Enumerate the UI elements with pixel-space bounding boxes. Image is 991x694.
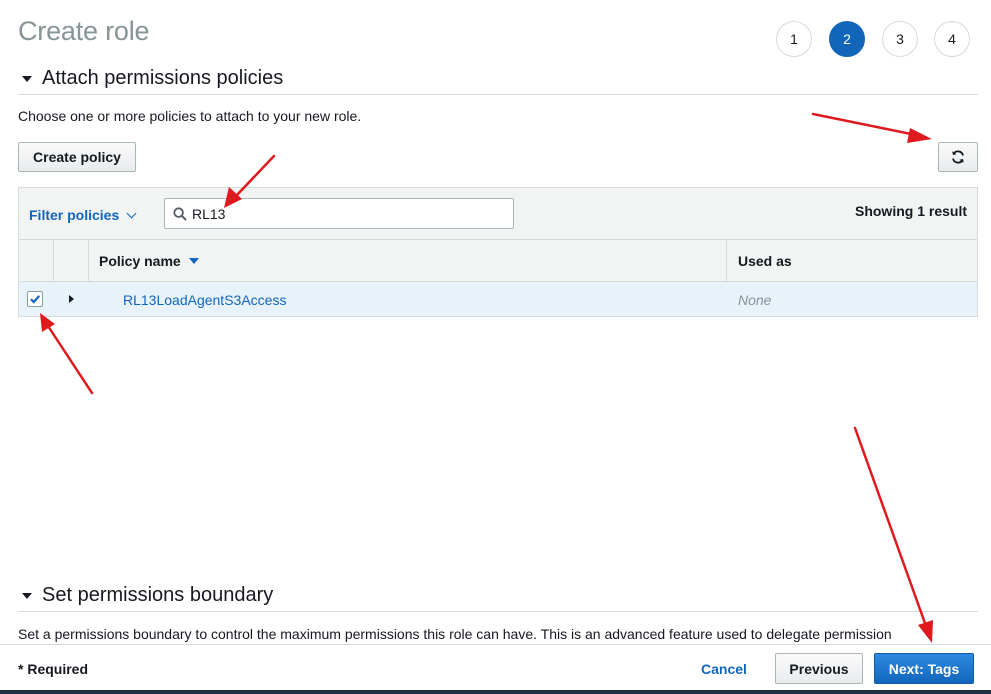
step-3[interactable]: 3 bbox=[882, 21, 918, 57]
search-icon bbox=[173, 206, 187, 221]
filter-bar: Filter policies RL13 Showing 1 result bbox=[19, 188, 977, 240]
wizard-steps: 1 2 3 4 bbox=[776, 21, 970, 57]
header-select-cell bbox=[19, 240, 54, 281]
chevron-down-icon bbox=[126, 208, 137, 219]
next-tags-button[interactable]: Next: Tags bbox=[874, 653, 974, 684]
section-description: Choose one or more policies to attach to… bbox=[18, 108, 362, 124]
used-as-value: None bbox=[738, 292, 772, 308]
header-expand-cell bbox=[54, 240, 89, 281]
policy-name-link[interactable]: RL13LoadAgentS3Access bbox=[123, 292, 286, 308]
create-policy-button[interactable]: Create policy bbox=[18, 142, 136, 172]
sort-descending-icon bbox=[188, 257, 199, 264]
column-label: Policy name bbox=[99, 252, 181, 269]
wizard-footer: * Required Cancel Previous Next: Tags bbox=[0, 644, 991, 690]
expand-row-icon[interactable] bbox=[69, 295, 74, 303]
checkmark-icon bbox=[30, 295, 41, 304]
column-used-as[interactable]: Used as bbox=[727, 240, 977, 281]
refresh-icon bbox=[952, 150, 964, 164]
row-checkbox[interactable] bbox=[27, 291, 43, 307]
step-2-current[interactable]: 2 bbox=[829, 21, 865, 57]
divider bbox=[18, 611, 978, 612]
caret-down-icon bbox=[22, 592, 32, 599]
boundary-section-toggle[interactable]: Set permissions boundary bbox=[18, 584, 273, 607]
refresh-button[interactable] bbox=[938, 142, 978, 172]
search-value: RL13 bbox=[192, 205, 226, 222]
filter-policies-label: Filter policies bbox=[29, 207, 120, 223]
step-1[interactable]: 1 bbox=[776, 21, 812, 57]
previous-button[interactable]: Previous bbox=[775, 653, 863, 684]
section-heading: Set permissions boundary bbox=[42, 584, 274, 606]
caret-down-icon bbox=[22, 75, 32, 82]
search-input[interactable]: RL13 bbox=[164, 198, 514, 229]
cancel-link[interactable]: Cancel bbox=[701, 661, 747, 677]
table-header: Policy name Used as bbox=[19, 240, 977, 282]
page-title: Create role bbox=[18, 16, 150, 46]
policies-table: Filter policies RL13 Showing 1 result Po… bbox=[18, 187, 978, 317]
required-note: * Required bbox=[18, 661, 89, 677]
column-policy-name[interactable]: Policy name bbox=[89, 240, 727, 281]
step-4[interactable]: 4 bbox=[934, 21, 970, 57]
annotation-arrow-checkbox bbox=[40, 313, 94, 395]
annotation-arrow-refresh bbox=[811, 112, 932, 143]
column-label: Used as bbox=[738, 252, 792, 269]
result-count: Showing 1 result bbox=[854, 203, 967, 219]
attach-policies-section-toggle[interactable]: Attach permissions policies bbox=[18, 67, 283, 90]
section-heading: Attach permissions policies bbox=[42, 67, 284, 89]
boundary-description: Set a permissions boundary to control th… bbox=[18, 626, 892, 642]
window-bottom-edge bbox=[0, 690, 991, 694]
table-row: RL13LoadAgentS3Access None bbox=[19, 282, 977, 316]
filter-policies-dropdown[interactable]: Filter policies bbox=[29, 207, 137, 223]
divider bbox=[18, 94, 978, 95]
